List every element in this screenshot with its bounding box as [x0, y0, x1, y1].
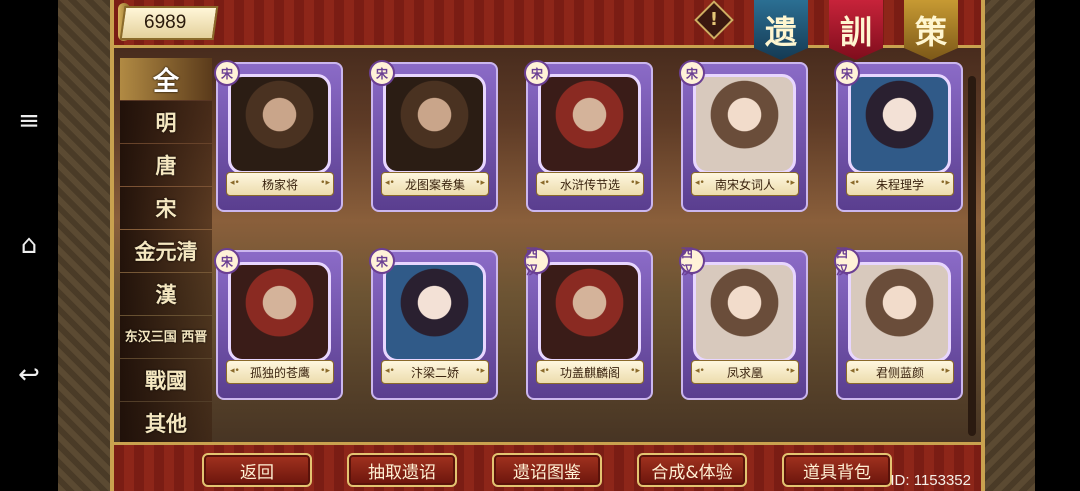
tab-warring-states[interactable]: 戰國 [120, 359, 212, 401]
tab-ming[interactable]: 明 [120, 101, 212, 143]
card[interactable]: 宋 孤独的苍鹰 [214, 248, 343, 400]
card[interactable]: 宋 南宋女词人 [679, 60, 808, 212]
warning-icon[interactable]: ! [694, 0, 734, 40]
dynasty-badge: 西汉 [679, 246, 705, 277]
dynasty-badge: 宋 [834, 60, 860, 86]
dynasty-badge: 西汉 [834, 246, 860, 277]
card-name: 朱程理学 [846, 172, 954, 196]
card-name: 君侧蓝颜 [846, 360, 954, 384]
compose-button[interactable]: 合成&体验 [637, 453, 747, 487]
card-name: 南宋女词人 [691, 172, 799, 196]
back-icon[interactable]: ↩ [10, 356, 48, 394]
system-nav-bar: ≡ ⌂ ↩ [0, 0, 58, 491]
home-icon[interactable]: ⌂ [10, 226, 48, 264]
tab-other[interactable]: 其他 [120, 402, 212, 444]
dynasty-badge: 宋 [214, 60, 240, 86]
edict-atlas-button[interactable]: 遗诏图鉴 [492, 453, 602, 487]
card[interactable]: 宋 杨家将 [214, 60, 343, 212]
portrait-image [228, 74, 331, 174]
portrait-image [848, 74, 951, 174]
card-name: 功盖麒麟阁 [536, 360, 644, 384]
portrait-image [538, 262, 641, 362]
screen-edge [1035, 0, 1080, 491]
tab-three-kingdoms[interactable]: 东汉三国 西晋 [120, 316, 212, 358]
portrait-image [848, 262, 951, 362]
dynasty-tabs: 全 明 唐 宋 金元清 漢 东汉三国 西晋 戰國 其他 [120, 58, 212, 445]
user-id: ID: 1153352 [890, 472, 971, 489]
portrait-image [383, 74, 486, 174]
tab-tang[interactable]: 唐 [120, 144, 212, 186]
banner-tab-xun[interactable]: 訓 [829, 0, 883, 60]
banner-tab-ce[interactable]: 策 [904, 0, 958, 60]
banner-tab-yi[interactable]: 遗 [754, 0, 808, 60]
bottom-bar: 返回 抽取遗诏 遗诏图鉴 合成&体验 道具背包 ID: 1153352 [114, 442, 981, 491]
currency-counter: 6989 [119, 6, 219, 40]
card[interactable]: 宋 水浒传节选 [524, 60, 653, 212]
grid-scrollbar[interactable] [968, 76, 976, 436]
top-bar: 6989 ! 遗 訓 策 [114, 0, 981, 60]
dynasty-badge: 宋 [369, 60, 395, 86]
dynasty-badge: 宋 [524, 60, 550, 86]
menu-icon[interactable]: ≡ [10, 102, 48, 140]
card-name: 汴梁二娇 [381, 360, 489, 384]
dynasty-badge: 西汉 [524, 246, 550, 277]
card[interactable]: 西汉 功盖麒麟阁 [524, 246, 653, 400]
tab-han[interactable]: 漢 [120, 273, 212, 315]
card-name: 水浒传节选 [536, 172, 644, 196]
card[interactable]: 宋 朱程理学 [834, 60, 963, 212]
portrait-image [228, 262, 331, 362]
item-bag-button[interactable]: 道具背包 [782, 453, 892, 487]
card-name: 孤独的苍鹰 [226, 360, 334, 384]
portrait-image [383, 262, 486, 362]
card-name: 凤求凰 [691, 360, 799, 384]
back-button[interactable]: 返回 [202, 453, 312, 487]
draw-edict-button[interactable]: 抽取遗诏 [347, 453, 457, 487]
dynasty-badge: 宋 [679, 60, 705, 86]
tab-song[interactable]: 宋 [120, 187, 212, 229]
left-ornate-border [58, 0, 110, 491]
tab-jin-yuan-qing[interactable]: 金元清 [120, 230, 212, 272]
right-ornate-border [985, 0, 1035, 491]
tab-all[interactable]: 全 [120, 58, 212, 100]
portrait-image [693, 74, 796, 174]
card-name: 杨家将 [226, 172, 334, 196]
card[interactable]: 西汉 君侧蓝颜 [834, 246, 963, 400]
card[interactable]: 宋 龙图案卷集 [369, 60, 498, 212]
portrait-image [538, 74, 641, 174]
currency-value: 6989 [144, 12, 187, 33]
card-name: 龙图案卷集 [381, 172, 489, 196]
card[interactable]: 西汉 凤求凰 [679, 246, 808, 400]
dynasty-badge: 宋 [214, 248, 240, 274]
game-stage: 6989 ! 遗 訓 策 全 明 唐 宋 金元清 漢 东汉三国 西晋 戰國 其他… [110, 0, 985, 491]
card-grid: 宋 杨家将 宋 龙图案卷集 宋 水浒传节选 宋 南宋女词人 宋 朱程理学 宋 孤… [214, 60, 966, 436]
dynasty-badge: 宋 [369, 248, 395, 274]
card[interactable]: 宋 汴梁二娇 [369, 248, 498, 400]
portrait-image [693, 262, 796, 362]
